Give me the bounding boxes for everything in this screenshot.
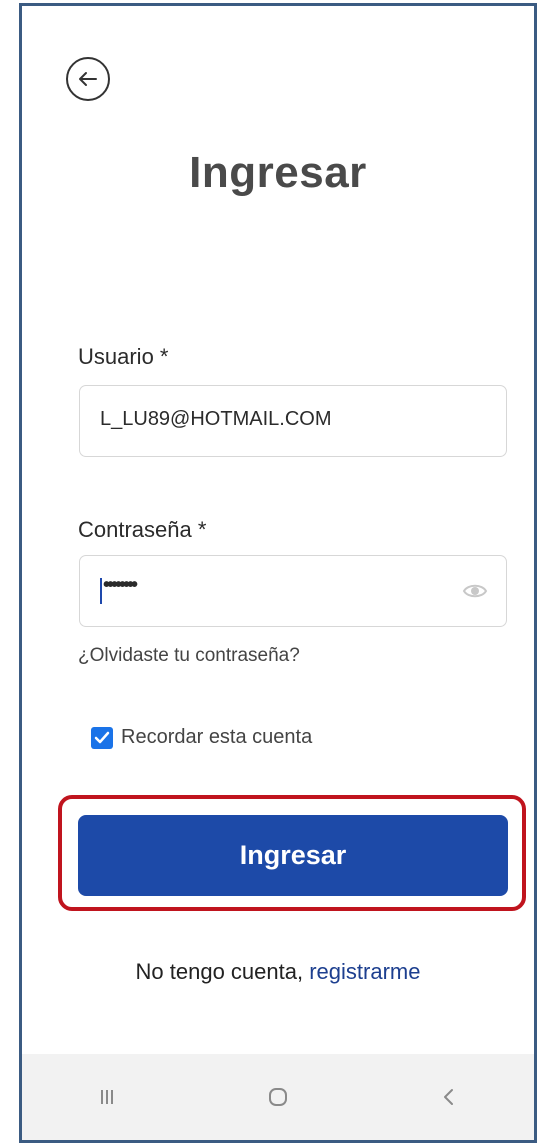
password-label: Contraseña * — [78, 517, 207, 542]
remember-account-label: Recordar esta cuenta — [121, 726, 313, 748]
back-button[interactable] — [66, 57, 110, 101]
username-label: Usuario * — [78, 344, 169, 369]
eye-icon[interactable] — [462, 580, 488, 602]
phone-screen: Ingresar Usuario * L_LU89@HOTMAIL.COM Co… — [19, 3, 537, 1143]
register-link[interactable]: registrarme — [309, 959, 420, 984]
recent-apps-button[interactable] — [22, 1054, 193, 1140]
username-field[interactable]: L_LU89@HOTMAIL.COM — [79, 385, 507, 457]
back-icon — [443, 1089, 453, 1105]
recent-apps-icon — [101, 1090, 114, 1104]
checkbox-checked-icon — [91, 726, 113, 749]
forgot-password-link[interactable]: ¿Olvidaste tu contraseña? — [78, 645, 300, 667]
home-icon — [269, 1088, 287, 1106]
login-button-label: Ingresar — [239, 840, 347, 870]
password-value: •••••••• — [103, 574, 138, 596]
system-navigation-bar — [22, 1054, 534, 1140]
arrow-left-icon — [79, 72, 97, 86]
text-caret — [100, 578, 102, 604]
system-back-button[interactable] — [363, 1054, 534, 1140]
username-value: L_LU89@HOTMAIL.COM — [100, 408, 332, 430]
no-account-text: No tengo cuenta, — [135, 959, 310, 984]
register-prompt: No tengo cuenta, registrarme — [22, 959, 534, 985]
password-field[interactable]: •••••••• — [79, 555, 507, 627]
page-title: Ingresar — [189, 148, 367, 197]
login-button[interactable]: Ingresar — [78, 815, 508, 896]
home-button[interactable] — [193, 1054, 364, 1140]
remember-account-checkbox[interactable]: Recordar esta cuenta — [91, 726, 312, 749]
